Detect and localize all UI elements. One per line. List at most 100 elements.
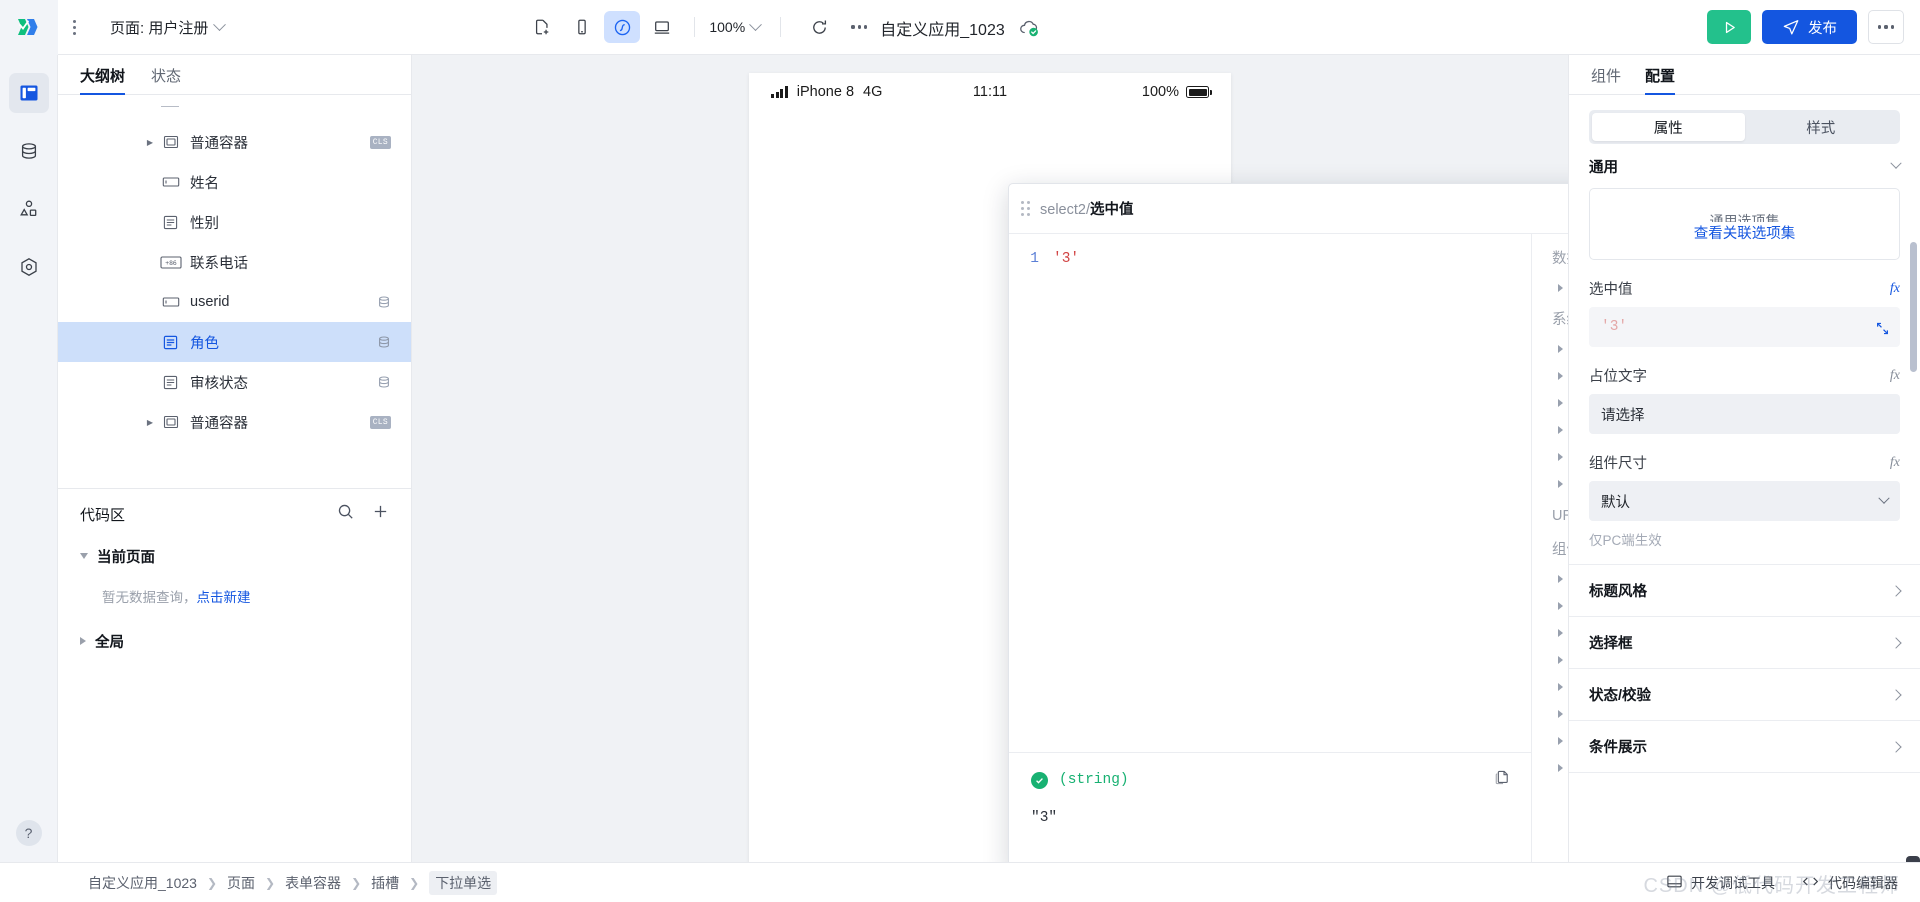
caret-right-icon[interactable] bbox=[1558, 425, 1563, 434]
segment-attributes[interactable]: 属性 bbox=[1592, 113, 1745, 141]
section-header-data-fields[interactable]: 数据字段 bbox=[1532, 240, 1568, 274]
mobile-preview-button[interactable] bbox=[564, 11, 600, 43]
variable-row[interactable]: text1 bbox=[1532, 646, 1568, 673]
topbar-more-button[interactable] bbox=[1868, 10, 1904, 44]
breadcrumb-item[interactable]: 页面 bbox=[227, 873, 255, 893]
section-header-system-vars[interactable]: 系统变量 bbox=[1532, 301, 1568, 335]
segment-styles[interactable]: 样式 bbox=[1745, 113, 1898, 141]
section-title: 数据字段 bbox=[1552, 250, 1568, 267]
rail-item-outline[interactable] bbox=[8, 73, 49, 113]
code-group-global[interactable]: 全局 bbox=[58, 624, 411, 658]
variable-row[interactable]: select1 bbox=[1532, 727, 1568, 754]
fx-toggle-button[interactable]: fx bbox=[1890, 368, 1900, 384]
result-value: "3" bbox=[1031, 810, 1058, 826]
tab-components[interactable]: 组件 bbox=[1591, 65, 1621, 94]
rail-item-database[interactable] bbox=[9, 131, 49, 171]
caret-right-icon[interactable] bbox=[1558, 709, 1563, 718]
caret-right-icon[interactable] bbox=[1558, 283, 1563, 292]
tree-item-name[interactable]: 姓名 bbox=[58, 162, 411, 202]
variable-row[interactable]: app （应用信息） object bbox=[1532, 362, 1568, 389]
search-icon[interactable] bbox=[337, 503, 354, 525]
caret-right-icon[interactable] bbox=[1558, 601, 1563, 610]
caret-right-icon[interactable] bbox=[1558, 763, 1563, 772]
caret-right-icon[interactable] bbox=[1558, 736, 1563, 745]
breadcrumb-current[interactable]: 下拉单选 bbox=[429, 870, 498, 895]
publish-button[interactable]: 发布 bbox=[1762, 10, 1857, 44]
drag-handle-icon[interactable] bbox=[1021, 201, 1030, 216]
tree-item-userid[interactable]: userid bbox=[58, 282, 411, 322]
tree-item-container-1[interactable]: ▶ 普通容器 CLS bbox=[58, 122, 411, 162]
tree-item-gender[interactable]: 性别 bbox=[58, 202, 411, 242]
tab-config[interactable]: 配置 bbox=[1645, 65, 1676, 95]
variable-row[interactable]: page （当前页面信息） object bbox=[1532, 389, 1568, 416]
variable-row[interactable]: currentUser （登录用户信息） object bbox=[1532, 335, 1568, 362]
rail-item-settings[interactable] bbox=[9, 247, 49, 287]
code-editor-button[interactable]: 代码编辑器 bbox=[1801, 873, 1898, 893]
variable-row[interactable]: container1 bbox=[1532, 619, 1568, 646]
app-menu-button[interactable] bbox=[64, 19, 84, 35]
row-title-style[interactable]: 标题风格 bbox=[1569, 565, 1920, 617]
breadcrumb-item[interactable]: 自定义应用_1023 bbox=[88, 873, 197, 893]
create-query-link[interactable]: 点击新建 bbox=[197, 590, 251, 605]
variable-row[interactable]: wedaContext （上下文信息） object bbox=[1532, 470, 1568, 497]
caret-right-icon[interactable] bbox=[1558, 628, 1563, 637]
expand-editor-icon[interactable] bbox=[1875, 321, 1890, 340]
variable-row[interactable]: select2 bbox=[1532, 754, 1568, 781]
breadcrumb-item[interactable]: 表单容器 bbox=[285, 873, 341, 893]
desktop-preview-button[interactable] bbox=[644, 11, 680, 43]
variable-row[interactable]: container2 bbox=[1532, 592, 1568, 619]
zoom-control[interactable]: 100% bbox=[709, 17, 763, 35]
breadcrumb-item[interactable]: 插槽 bbox=[371, 873, 399, 893]
caret-right-icon[interactable]: ▶ bbox=[142, 418, 158, 427]
row-state-validation[interactable]: 状态/校验 bbox=[1569, 669, 1920, 721]
run-preview-button[interactable] bbox=[1707, 10, 1751, 44]
tree-item-role[interactable]: 角色 bbox=[58, 322, 411, 362]
variable-row[interactable]: device （设备信息） object bbox=[1532, 416, 1568, 443]
caret-right-icon[interactable] bbox=[1558, 398, 1563, 407]
variable-row[interactable]: input1 bbox=[1532, 673, 1568, 700]
variable-row[interactable]: input2 bbox=[1532, 700, 1568, 727]
placeholder-input[interactable]: 请选择 bbox=[1589, 394, 1900, 434]
plus-icon[interactable] bbox=[372, 503, 389, 525]
copy-icon[interactable] bbox=[1494, 769, 1511, 791]
caret-right-icon[interactable]: ▶ bbox=[142, 138, 158, 147]
help-button[interactable]: ? bbox=[15, 820, 42, 846]
fx-toggle-button[interactable]: fx bbox=[1890, 281, 1900, 297]
fx-toggle-button[interactable]: fx bbox=[1890, 455, 1900, 471]
new-page-button[interactable] bbox=[524, 11, 560, 43]
section-header-component-api[interactable]: 组件 API bbox=[1532, 531, 1568, 565]
selected-value-input[interactable]: '3' bbox=[1589, 307, 1900, 347]
variable-row[interactable]: form1 bbox=[1532, 565, 1568, 592]
interaction-mode-button[interactable] bbox=[604, 11, 641, 43]
refresh-button[interactable] bbox=[801, 11, 837, 43]
group-general[interactable]: 通用 bbox=[1569, 144, 1920, 188]
toolbar-more-button[interactable] bbox=[841, 11, 877, 43]
caret-right-icon[interactable] bbox=[1558, 655, 1563, 664]
page-selector[interactable]: 页面: 用户注册 bbox=[110, 17, 227, 38]
app-logo[interactable] bbox=[0, 0, 58, 55]
variable-row[interactable]: env （环境信息） object bbox=[1532, 443, 1568, 470]
code-group-label: 当前页面 bbox=[97, 549, 155, 566]
tree-item-audit-status[interactable]: 审核状态 bbox=[58, 362, 411, 402]
variable-row[interactable]: 数据容器 form1 bbox=[1532, 274, 1568, 301]
devtools-button[interactable]: 开发调试工具 bbox=[1666, 873, 1775, 893]
rail-item-components[interactable] bbox=[9, 189, 49, 229]
caret-right-icon[interactable] bbox=[1558, 479, 1563, 488]
caret-right-icon[interactable] bbox=[1558, 574, 1563, 583]
code-group-current-page[interactable]: 当前页面 bbox=[58, 539, 411, 573]
tree-item-container-2[interactable]: ▶ 普通容器 CLS bbox=[58, 402, 411, 442]
row-conditional-display[interactable]: 条件展示 bbox=[1569, 721, 1920, 773]
tree-item-phone[interactable]: +86 联系电话 bbox=[58, 242, 411, 282]
caret-right-icon[interactable] bbox=[1558, 452, 1563, 461]
caret-right-icon[interactable] bbox=[1558, 344, 1563, 353]
row-select-box[interactable]: 选择框 bbox=[1569, 617, 1920, 669]
component-size-select[interactable]: 默认 bbox=[1589, 481, 1900, 521]
code-editor[interactable]: 1 '3' bbox=[1009, 234, 1531, 752]
caret-right-icon[interactable] bbox=[1558, 371, 1563, 380]
right-panel-scrollbar[interactable] bbox=[1910, 242, 1917, 372]
caret-right-icon[interactable] bbox=[1558, 682, 1563, 691]
section-header-url-params[interactable]: URL参数 + bbox=[1532, 497, 1568, 531]
tab-outline-tree[interactable]: 大纲树 bbox=[80, 65, 126, 95]
tab-state[interactable]: 状态 bbox=[151, 65, 181, 94]
view-option-set-link[interactable]: 查看关联选项集 bbox=[1694, 222, 1796, 243]
